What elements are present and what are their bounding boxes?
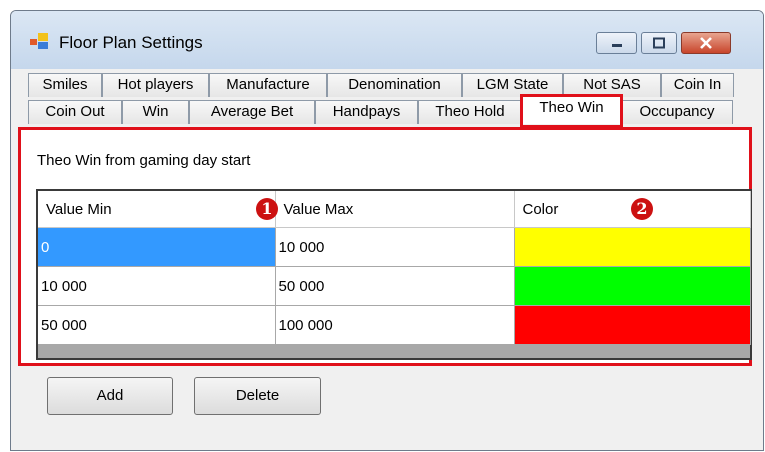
value-max-cell[interactable]: 100 000 (275, 305, 515, 345)
close-icon (700, 37, 712, 49)
floor-plan-app-icon (30, 33, 48, 49)
delete-button[interactable]: Delete (194, 377, 321, 415)
column-header-value-max[interactable]: Value Max (275, 191, 515, 228)
value-min-cell[interactable]: 0 (38, 227, 276, 267)
maximize-icon (653, 37, 665, 49)
column-header-value-min[interactable]: Value Min (38, 191, 276, 228)
tab-occupancy[interactable]: Occupancy (621, 100, 733, 124)
tab-theo-hold[interactable]: Theo Hold (418, 100, 522, 124)
table-row[interactable]: 10 000 50 000 (38, 266, 751, 306)
tab-handpays[interactable]: Handpays (315, 100, 418, 124)
value-max-cell[interactable]: 10 000 (275, 227, 515, 267)
callout-badge-1: 1 (256, 198, 278, 220)
table-row[interactable]: 0 10 000 (38, 227, 751, 267)
window-title: Floor Plan Settings (59, 33, 203, 52)
tab-not-sas[interactable]: Not SAS (563, 73, 661, 97)
tab-lgm-state[interactable]: LGM State (462, 73, 563, 97)
tab-average-bet[interactable]: Average Bet (189, 100, 315, 124)
value-max-cell[interactable]: 50 000 (275, 266, 515, 306)
tab-coin-out[interactable]: Coin Out (28, 100, 122, 124)
tab-manufacture[interactable]: Manufacture (209, 73, 327, 97)
color-cell[interactable] (514, 266, 751, 306)
minimize-button[interactable] (596, 32, 637, 54)
color-cell[interactable] (514, 227, 751, 267)
panel-description: Theo Win from gaming day start (37, 152, 251, 169)
close-button[interactable] (681, 32, 731, 54)
theo-win-tab-panel: Theo Win from gaming day start Value Min… (18, 127, 752, 366)
tab-coin-in[interactable]: Coin In (661, 73, 734, 97)
title-bar[interactable]: Floor Plan Settings (11, 11, 763, 69)
add-button[interactable]: Add (47, 377, 173, 415)
minimize-icon (611, 44, 622, 47)
tab-denomination[interactable]: Denomination (327, 73, 462, 97)
tab-smiles[interactable]: Smiles (28, 73, 102, 97)
tab-theo-win[interactable]: Theo Win (522, 96, 621, 124)
value-min-cell[interactable]: 50 000 (38, 305, 276, 345)
tab-hot-players[interactable]: Hot players (102, 73, 209, 97)
maximize-button[interactable] (641, 32, 677, 54)
callout-badge-2: 2 (631, 198, 653, 220)
color-cell[interactable] (514, 305, 751, 345)
table-row[interactable]: 50 000 100 000 (38, 305, 751, 345)
tab-win[interactable]: Win (122, 100, 189, 124)
value-min-cell[interactable]: 10 000 (38, 266, 276, 306)
